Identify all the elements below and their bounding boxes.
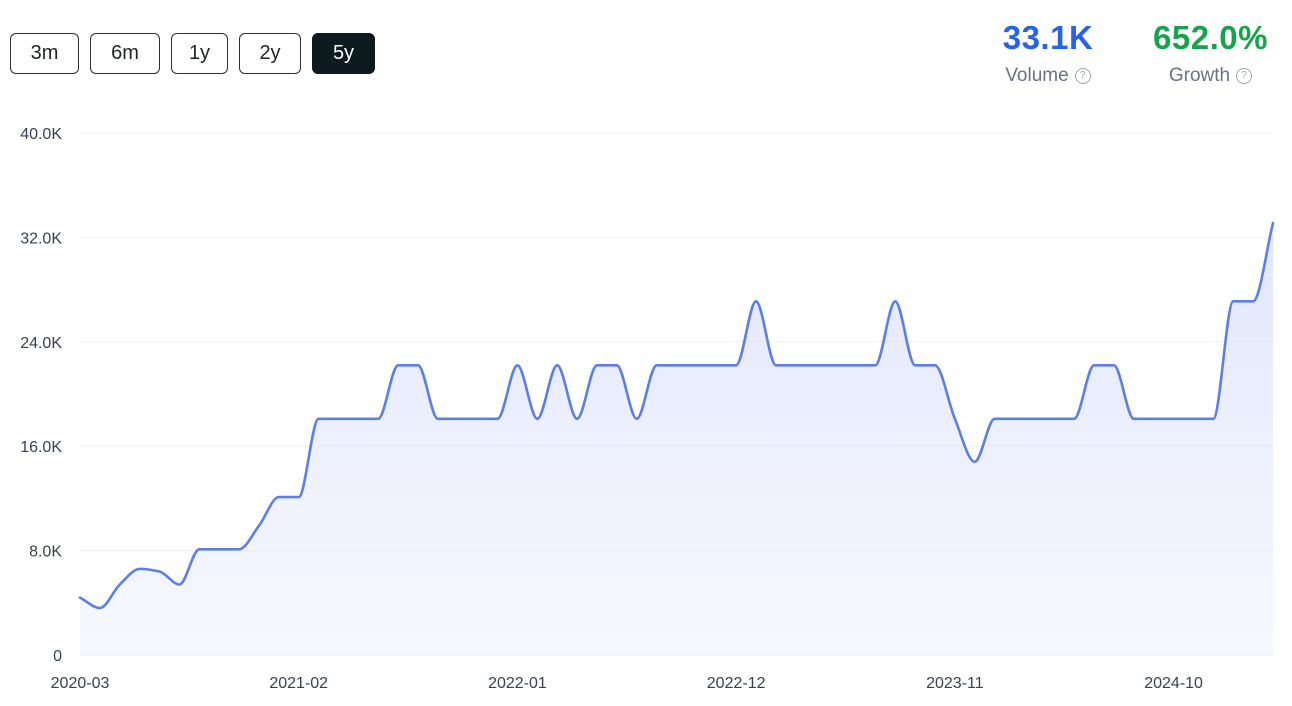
data-point: 2021-02: 12100 [296, 494, 302, 500]
x-tick-label: 2022-01 [488, 675, 547, 692]
data-point: 2024-01: 18100 [992, 416, 998, 422]
data-point: 2020-11: 8100 [236, 546, 242, 552]
data-point: 2024-03: 18100 [1031, 416, 1037, 422]
data-point: 2024-05: 18100 [1071, 416, 1077, 422]
y-axis: 0 8.0K 16.0K 24.0K 32.0K 40.0K [20, 126, 62, 665]
y-tick-label: 16.0K [20, 439, 62, 456]
data-point: 2024-11: 18100 [1190, 416, 1196, 422]
data-point: 2022-07: 18100 [634, 416, 640, 422]
data-point: 2021-04: 18100 [335, 416, 341, 422]
data-point: 2021-01: 12100 [276, 494, 282, 500]
data-point: 2020-07: 6400 [157, 568, 163, 574]
data-point: 2023-03: 22200 [793, 362, 799, 368]
y-tick-label: 8.0K [29, 544, 62, 561]
data-point: 2021-05: 18100 [355, 416, 361, 422]
data-point: 2023-10: 22200 [932, 362, 938, 368]
data-point: 2024-12: 18100 [1210, 416, 1216, 422]
data-point: 2020-05: 5400 [117, 582, 123, 588]
y-tick-label: 32.0K [20, 230, 62, 247]
data-point: 2022-06: 22200 [614, 362, 620, 368]
data-point: 2024-09: 18100 [1151, 416, 1157, 422]
data-point: 2020-08: 5400 [176, 582, 182, 588]
data-point: 2023-09: 22200 [912, 362, 918, 368]
data-point: 2021-11: 18100 [475, 416, 481, 422]
y-tick-label: 0 [53, 648, 62, 665]
data-point: 2020-12: 9900 [256, 523, 262, 529]
data-point: 2024-04: 18100 [1051, 416, 1057, 422]
data-point: 2020-06: 6600 [137, 566, 143, 572]
data-point: 2020-09: 8100 [196, 546, 202, 552]
x-tick-label: 2023-11 [926, 675, 984, 692]
data-point: 2022-09: 22200 [674, 362, 680, 368]
data-point: 2022-01: 22200 [514, 362, 520, 368]
data-point: 2023-02: 22200 [773, 362, 779, 368]
data-point: 2022-11: 22200 [713, 362, 719, 368]
data-point: 2022-05: 22200 [594, 362, 600, 368]
data-point: 2023-06: 22200 [852, 362, 858, 368]
data-point: 2021-03: 18100 [316, 416, 322, 422]
data-point: 2021-12: 18100 [495, 416, 501, 422]
data-point: 2023-11: 18100 [952, 416, 958, 422]
x-tick-label: 2024-10 [1144, 675, 1203, 692]
data-point: 2022-04: 18100 [574, 416, 580, 422]
data-point: 2021-07: 22200 [395, 362, 401, 368]
data-point: 2023-12: 14800 [972, 459, 978, 465]
data-point: 2022-02: 18100 [534, 416, 540, 422]
trend-chart: 0 8.0K 16.0K 24.0K 32.0K 40.0K 2020-03 2021-02… [20, 126, 1276, 692]
data-point: 2024-07: 22200 [1111, 362, 1117, 368]
data-point: 2023-01: 27100 [753, 298, 759, 304]
data-point: 2023-04: 22200 [813, 362, 819, 368]
series-area [80, 223, 1273, 656]
data-point: 2020-10: 8100 [216, 546, 222, 552]
data-point: 2020-04: 3600 [97, 605, 103, 611]
data-point: 2021-06: 18100 [375, 416, 381, 422]
data-point: 2023-05: 22200 [833, 362, 839, 368]
data-point: 2021-10: 18100 [455, 416, 461, 422]
data-point: 2024-02: 18100 [1012, 416, 1018, 422]
data-point: 2025-01: 27100 [1230, 298, 1236, 304]
data-point: 2022-08: 22200 [654, 362, 660, 368]
data-point: 2022-03: 22200 [554, 362, 560, 368]
y-tick-label: 24.0K [20, 335, 62, 352]
data-point: 2021-08: 22200 [415, 362, 421, 368]
data-point: 2023-07: 22200 [872, 362, 878, 368]
y-tick-label: 40.0K [20, 126, 62, 143]
data-point: 2024-10: 18100 [1171, 416, 1177, 422]
x-tick-label: 2021-02 [269, 675, 328, 692]
data-point: 2022-10: 22200 [693, 362, 699, 368]
data-point: 2021-09: 18100 [435, 416, 441, 422]
data-point: 2024-06: 22200 [1091, 362, 1097, 368]
data-point: 2025-02: 27100 [1250, 298, 1256, 304]
x-tick-label: 2022-12 [707, 675, 766, 692]
x-tick-label: 2020-03 [51, 675, 110, 692]
data-point: 2024-08: 18100 [1131, 416, 1137, 422]
data-point: 2025-03: 33100 [1270, 220, 1276, 226]
data-point: 2022-12: 22200 [733, 362, 739, 368]
data-point: 2023-08: 27100 [892, 298, 898, 304]
data-point: 2020-03: 4400 [77, 595, 83, 601]
x-axis: 2020-03 2021-02 2022-01 2022-12 2023-11 2024-… [51, 675, 1203, 692]
